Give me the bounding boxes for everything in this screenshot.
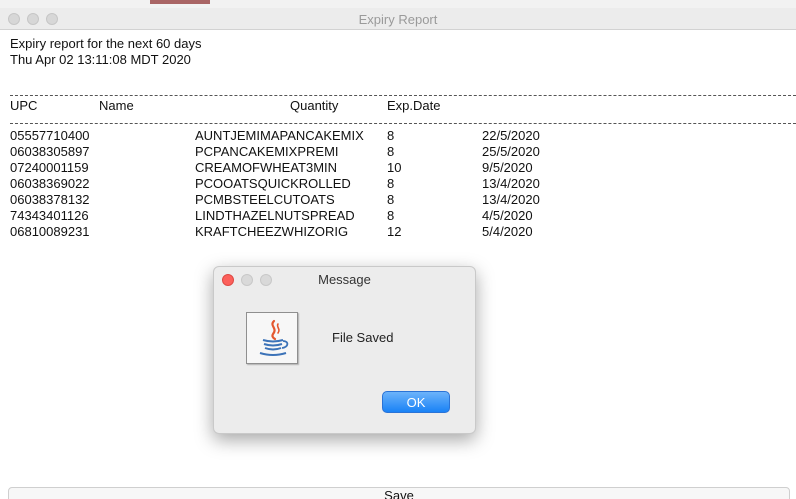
cell-exp-date: 22/5/2020 xyxy=(482,128,540,143)
cell-exp-date: 25/5/2020 xyxy=(482,144,540,159)
cell-upc: 06038369022 xyxy=(10,176,90,191)
cell-exp-date: 5/4/2020 xyxy=(482,224,533,239)
report-header-line1: Expiry report for the next 60 days xyxy=(10,36,202,51)
cell-name: PCMBSTEELCUTOATS xyxy=(195,192,335,207)
cell-upc: 06038378132 xyxy=(10,192,90,207)
column-header-upc: UPC xyxy=(10,98,38,113)
cell-quantity: 10 xyxy=(387,160,402,175)
message-dialog: Message File Saved OK xyxy=(213,266,476,434)
window-title: Expiry Report xyxy=(358,12,438,27)
cell-exp-date: 13/4/2020 xyxy=(482,192,540,207)
background-window-mark xyxy=(150,0,210,4)
cell-upc: 06810089231 xyxy=(10,224,90,239)
save-button[interactable]: Save xyxy=(8,487,790,499)
column-header-quantity: Quantity xyxy=(290,98,339,113)
cell-name: KRAFTCHEEZWHIZORIG xyxy=(195,224,349,239)
cell-name: PCPANCAKEMIXPREMI xyxy=(195,144,339,159)
cell-upc: 06038305897 xyxy=(10,144,90,159)
cell-quantity: 8 xyxy=(387,128,395,143)
cell-name: CREAMOFWHEAT3MIN xyxy=(195,160,338,175)
cell-upc: 07240001159 xyxy=(10,160,89,175)
cell-exp-date: 9/5/2020 xyxy=(482,160,533,175)
cell-quantity: 8 xyxy=(387,192,395,207)
cell-quantity: 12 xyxy=(387,224,402,239)
cell-exp-date: 13/4/2020 xyxy=(482,176,540,191)
dialog-title: Message xyxy=(318,272,371,287)
cell-name: AUNTJEMIMAPANCAKEMIX xyxy=(195,128,364,143)
cell-quantity: 8 xyxy=(387,176,395,191)
expiry-report-window: Expiry Report Expiry report for the next… xyxy=(0,8,796,499)
cell-name: LINDTHAZELNUTSPREAD xyxy=(195,208,355,223)
column-header-name: Name xyxy=(99,98,134,113)
dialog-message: File Saved xyxy=(332,330,394,345)
separator-line xyxy=(10,95,796,96)
background-window-strip xyxy=(0,0,796,8)
cell-upc: 74343401126 xyxy=(10,208,89,223)
ok-button[interactable]: OK xyxy=(382,391,450,413)
cell-quantity: 8 xyxy=(387,144,395,159)
window-titlebar[interactable]: Expiry Report xyxy=(0,8,796,30)
report-header-line2: Thu Apr 02 13:11:08 MDT 2020 xyxy=(10,52,191,67)
column-header-exp-date: Exp.Date xyxy=(387,98,441,113)
report-text-area[interactable]: Expiry report for the next 60 days Thu A… xyxy=(10,36,796,239)
cell-quantity: 8 xyxy=(387,208,395,223)
java-icon xyxy=(246,312,298,364)
cell-name: PCOOATSQUICKROLLED xyxy=(195,176,351,191)
cell-exp-date: 4/5/2020 xyxy=(482,208,533,223)
dialog-titlebar[interactable]: Message xyxy=(214,267,475,291)
cell-upc: 05557710400 xyxy=(10,128,90,143)
separator-line xyxy=(10,123,796,124)
